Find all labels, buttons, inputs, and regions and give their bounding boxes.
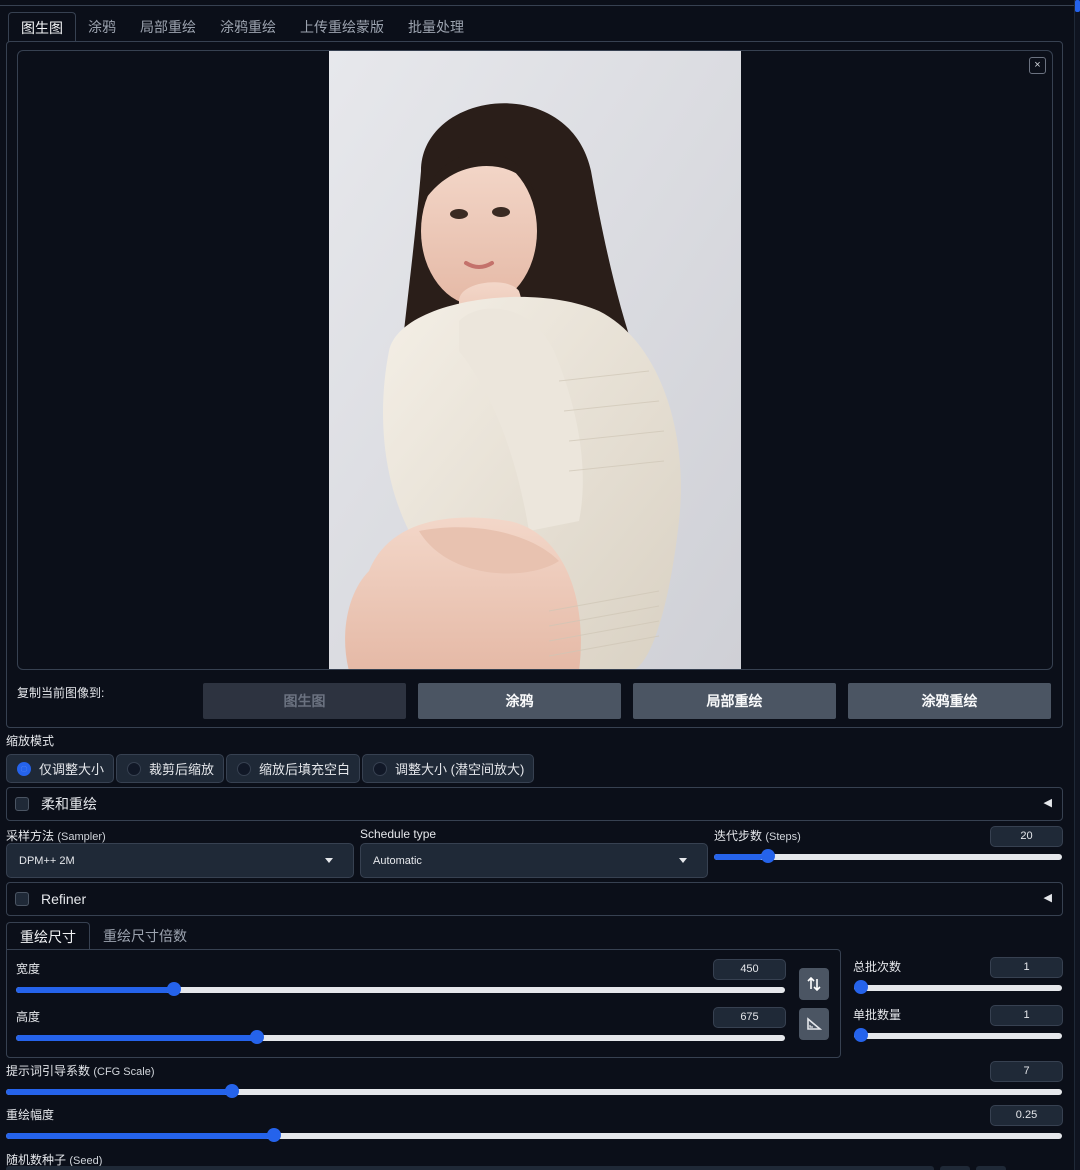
tab-inpaint-sketch[interactable]: 涂鸦重绘 (208, 12, 288, 42)
batch-size-input[interactable]: 1 (990, 1005, 1063, 1026)
schedule-type-value: Automatic (373, 854, 422, 867)
resize-mode-option[interactable]: 裁剪后缩放 (116, 754, 225, 783)
soft-inpaint-label: 柔和重绘 (41, 796, 97, 812)
refiner-accordion[interactable]: Refiner ◀ (6, 882, 1063, 916)
soft-inpaint-checkbox[interactable] (15, 797, 29, 811)
random-seed-button[interactable] (940, 1166, 970, 1170)
cfg-scale-slider[interactable] (6, 1084, 1062, 1098)
seed-input[interactable] (6, 1166, 934, 1170)
copy-to-inpaint-button[interactable]: 局部重绘 (633, 683, 836, 719)
denoising-slider[interactable] (6, 1128, 1062, 1142)
batch-count-input[interactable]: 1 (990, 957, 1063, 978)
top-border (0, 0, 1080, 6)
mode-tabs: 图生图 涂鸦 局部重绘 涂鸦重绘 上传重绘蒙版 批量处理 (8, 12, 476, 42)
reuse-seed-button[interactable] (976, 1166, 1006, 1170)
slider-track (854, 985, 1062, 991)
steps-label: 迭代步数 (Steps) (714, 829, 801, 843)
height-slider[interactable] (16, 1030, 785, 1044)
image-input-panel: × 复制当前图像到: 图生图 涂鸦 局部重绘 涂鸦重绘 (6, 41, 1063, 728)
copy-to-img2img-button[interactable]: 图生图 (203, 683, 406, 719)
batch-count-slider[interactable] (854, 980, 1062, 994)
chevron-left-icon[interactable]: ◀ (1044, 891, 1052, 904)
resize-mode-option[interactable]: 调整大小 (潜空间放大) (362, 754, 535, 783)
image-upload-area[interactable]: × (17, 50, 1053, 670)
slider-fill (16, 987, 170, 993)
batch-size-slider[interactable] (854, 1028, 1062, 1042)
aspect-ratio-icon (807, 1017, 822, 1030)
slider-thumb[interactable] (854, 1028, 868, 1042)
schedule-type-dropdown[interactable]: Automatic (360, 843, 708, 878)
batch-count-label: 总批次数 (853, 960, 902, 974)
steps-slider[interactable] (714, 849, 1062, 863)
sampler-value: DPM++ 2M (19, 854, 75, 867)
radio-unchecked-icon (237, 761, 252, 776)
tab-inpaint-upload[interactable]: 上传重绘蒙版 (288, 12, 396, 42)
radio-unchecked-icon (127, 761, 142, 776)
slider-thumb[interactable] (760, 849, 775, 863)
width-label: 宽度 (16, 962, 41, 976)
slider-thumb[interactable] (854, 980, 868, 994)
aspect-ratio-button[interactable] (799, 1008, 829, 1040)
resize-mode-radio-group: 仅调整大小 裁剪后缩放 缩放后填充空白 调整大小 (潜空间放大) (6, 754, 535, 783)
copy-to-inpaint-sketch-button[interactable]: 涂鸦重绘 (848, 683, 1051, 719)
tab-inpaint[interactable]: 局部重绘 (128, 12, 208, 42)
refiner-checkbox[interactable] (15, 892, 29, 906)
swap-icon (807, 977, 821, 991)
chevron-left-icon[interactable]: ◀ (1044, 796, 1052, 809)
caret-down-icon (325, 858, 333, 863)
height-input[interactable]: 675 (713, 1007, 786, 1028)
page-scrollbar[interactable] (1074, 0, 1080, 1170)
caret-down-icon (679, 858, 687, 863)
radio-unchecked-icon (373, 761, 388, 776)
resize-mode-option[interactable]: 缩放后填充空白 (226, 754, 361, 783)
radio-label: 裁剪后缩放 (149, 762, 215, 777)
soft-inpaint-accordion[interactable]: 柔和重绘 ◀ (6, 787, 1063, 821)
tab-img2img[interactable]: 图生图 (8, 12, 76, 42)
denoising-input[interactable]: 0.25 (990, 1105, 1063, 1126)
radio-label: 缩放后填充空白 (259, 762, 351, 777)
width-slider[interactable] (16, 982, 785, 996)
copy-to-sketch-button[interactable]: 涂鸦 (418, 683, 621, 719)
height-label: 高度 (16, 1010, 41, 1024)
input-image (329, 51, 741, 669)
batch-size-label: 单批数量 (853, 1008, 902, 1022)
slider-thumb[interactable] (167, 982, 181, 996)
resize-mode-label: 缩放模式 (6, 734, 55, 748)
slider-fill (16, 1035, 255, 1041)
slider-fill (6, 1089, 228, 1095)
refiner-label: Refiner (41, 891, 87, 907)
slider-thumb[interactable] (224, 1084, 239, 1098)
close-icon[interactable]: × (1029, 57, 1046, 74)
radio-label: 仅调整大小 (39, 762, 105, 777)
radio-checked-icon (17, 761, 31, 776)
tab-resize-by[interactable]: 重绘尺寸倍数 (90, 922, 200, 950)
sampler-dropdown[interactable]: DPM++ 2M (6, 843, 354, 878)
tab-resize-to[interactable]: 重绘尺寸 (6, 922, 90, 950)
denoising-label: 重绘幅度 (6, 1108, 55, 1122)
schedule-type-label: Schedule type (360, 827, 437, 841)
copy-to-label: 复制当前图像到: (17, 686, 105, 700)
sampler-label: 采样方法 (Sampler) (6, 829, 106, 843)
slider-thumb[interactable] (250, 1030, 265, 1044)
tab-batch[interactable]: 批量处理 (396, 12, 476, 42)
size-tabs: 重绘尺寸 重绘尺寸倍数 (6, 922, 200, 950)
slider-track (854, 1033, 1062, 1039)
slider-fill (6, 1133, 270, 1139)
cfg-scale-input[interactable]: 7 (990, 1061, 1063, 1082)
resize-mode-option[interactable]: 仅调整大小 (6, 754, 115, 783)
radio-label: 调整大小 (潜空间放大) (395, 762, 525, 777)
scrollbar-thumb[interactable] (1075, 0, 1080, 12)
slider-thumb[interactable] (266, 1128, 281, 1142)
slider-fill (714, 854, 763, 860)
tab-sketch[interactable]: 涂鸦 (76, 12, 128, 42)
cfg-scale-label: 提示词引导系数 (CFG Scale) (6, 1064, 155, 1078)
steps-input[interactable]: 20 (990, 826, 1063, 847)
width-input[interactable]: 450 (713, 959, 786, 980)
swap-dimensions-button[interactable] (799, 968, 829, 1000)
